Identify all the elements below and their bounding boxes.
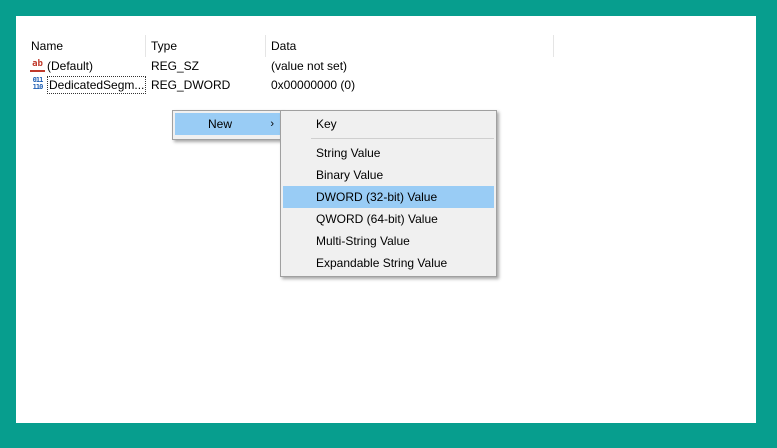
menu-separator xyxy=(311,138,494,139)
submenu-item-dword-value[interactable]: DWORD (32-bit) Value xyxy=(283,186,494,208)
column-header-data[interactable]: Data xyxy=(266,35,554,57)
table-row[interactable]: 011 110 DedicatedSegm... REG_DWORD 0x0000… xyxy=(28,76,548,94)
submenu-item-qword-value[interactable]: QWORD (64-bit) Value xyxy=(283,208,494,230)
value-name-cell: 011 110 DedicatedSegm... xyxy=(28,76,147,94)
submenu-item-expandable-string-value[interactable]: Expandable String Value xyxy=(283,252,494,274)
table-row[interactable]: ab (Default) REG_SZ (value not set) xyxy=(28,57,548,75)
submenu-item-binary-value[interactable]: Binary Value xyxy=(283,164,494,186)
context-menu: New › xyxy=(172,110,283,140)
binary-value-icon: 011 110 xyxy=(32,76,44,91)
chevron-right-icon: › xyxy=(270,118,274,130)
value-name-cell: ab (Default) xyxy=(28,57,93,75)
new-submenu: Key String Value Binary Value DWORD (32-… xyxy=(280,110,497,277)
submenu-item-key[interactable]: Key xyxy=(283,113,494,135)
value-type: REG_DWORD xyxy=(151,78,231,92)
column-header-type[interactable]: Type xyxy=(146,35,266,57)
submenu-item-multi-string-value[interactable]: Multi-String Value xyxy=(283,230,494,252)
value-data: 0x00000000 (0) xyxy=(271,78,356,92)
value-name: (Default) xyxy=(47,59,94,73)
menu-item-label: New xyxy=(208,117,233,131)
string-value-icon: ab xyxy=(30,58,45,72)
value-name: DedicatedSegm... xyxy=(47,76,147,94)
value-data: (value not set) xyxy=(271,59,348,73)
column-header-name[interactable]: Name xyxy=(26,35,146,57)
menu-item-new[interactable]: New › xyxy=(175,113,280,135)
value-type: REG_SZ xyxy=(151,59,200,73)
submenu-item-string-value[interactable]: String Value xyxy=(283,142,494,164)
list-header: Name Type Data xyxy=(26,35,554,57)
